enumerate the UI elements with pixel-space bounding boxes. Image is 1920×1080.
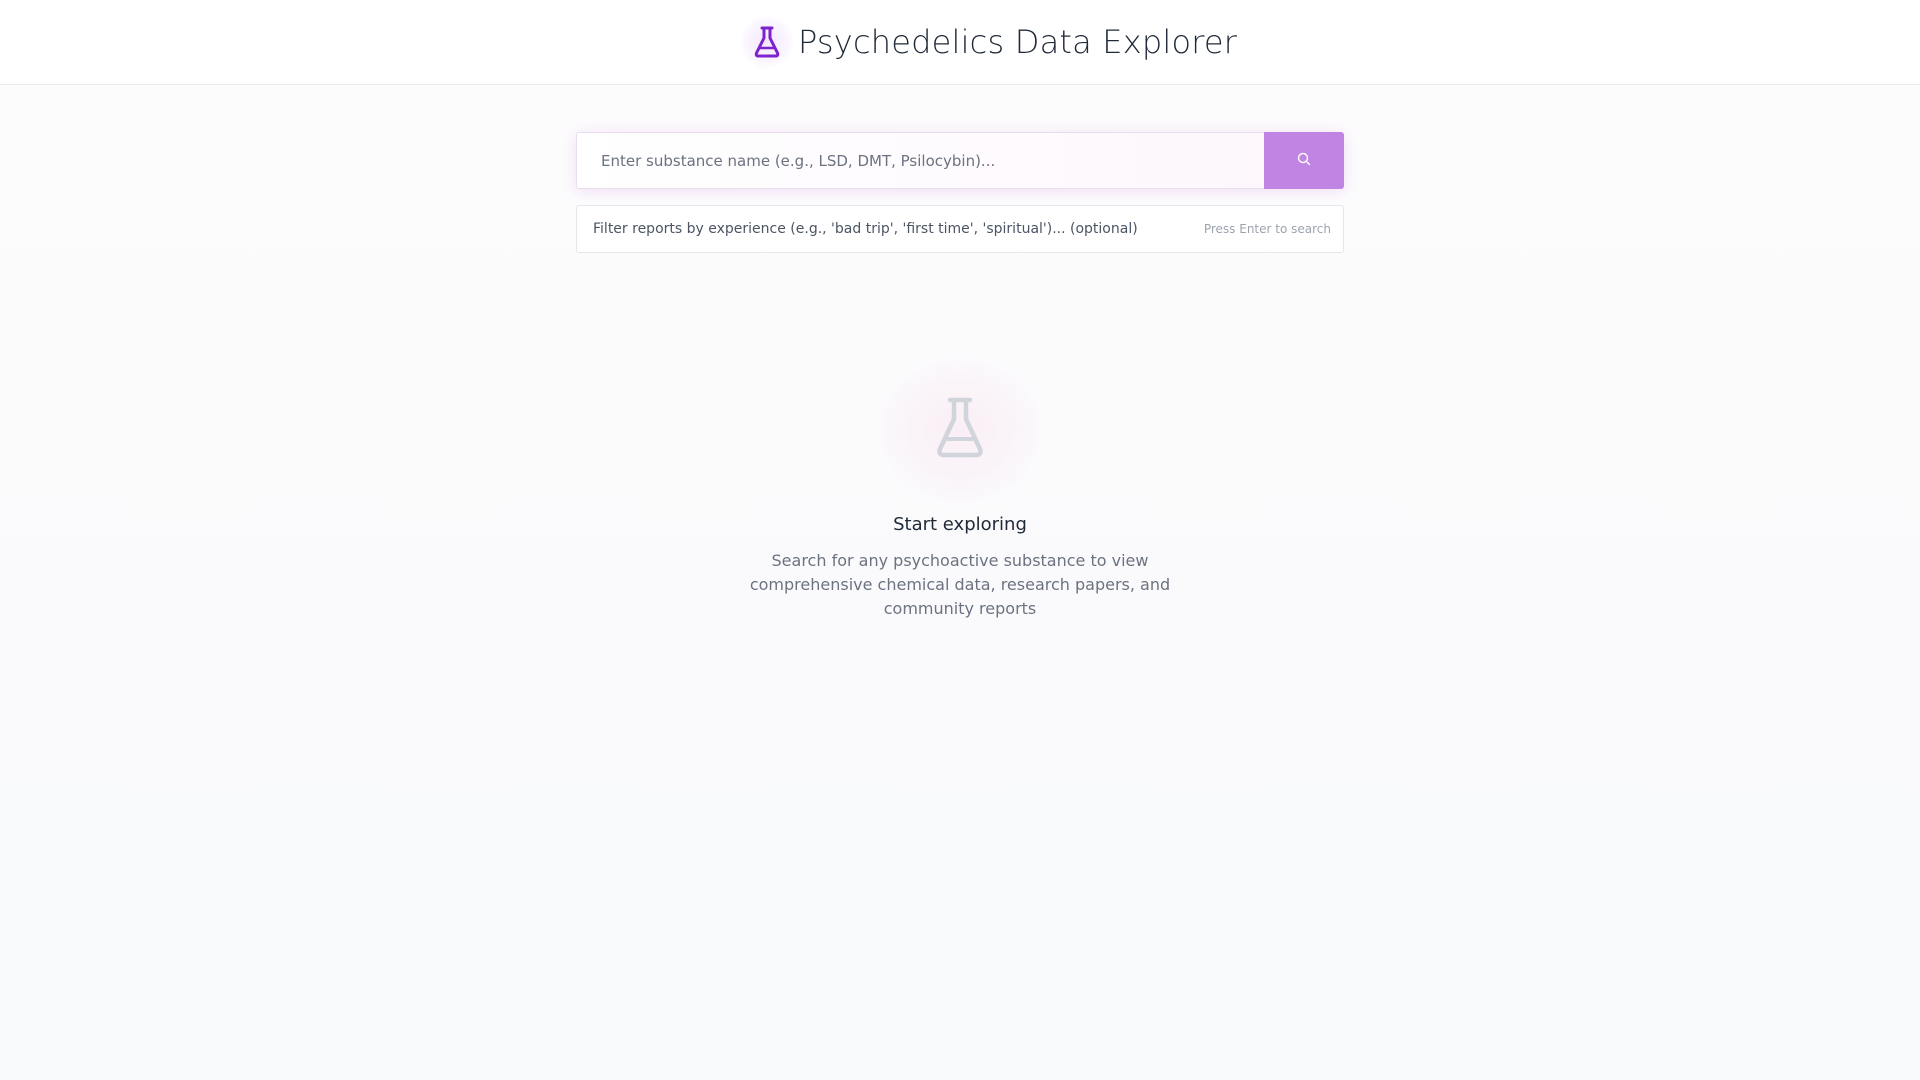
app-header: Psychedelics Data Explorer [0, 0, 1920, 85]
search-icon [1297, 152, 1311, 169]
flask-icon [740, 15, 794, 69]
filter-hint: Press Enter to search [1203, 222, 1331, 236]
empty-state: Start exploring Search for any psychoact… [710, 350, 1210, 621]
header-brand: Psychedelics Data Explorer [740, 15, 1237, 69]
substance-search-input[interactable] [576, 132, 1264, 189]
experience-filter-input[interactable] [577, 206, 1204, 252]
experience-filter: Press Enter to search [576, 205, 1344, 253]
empty-state-illustration [860, 350, 1060, 510]
app-title: Psychedelics Data Explorer [798, 23, 1238, 61]
empty-state-title: Start exploring [893, 514, 1027, 535]
flask-icon [936, 397, 984, 463]
empty-state-description: Search for any psychoactive substance to… [749, 551, 1171, 618]
search-button[interactable] [1264, 132, 1344, 189]
substance-search-bar [576, 132, 1344, 189]
